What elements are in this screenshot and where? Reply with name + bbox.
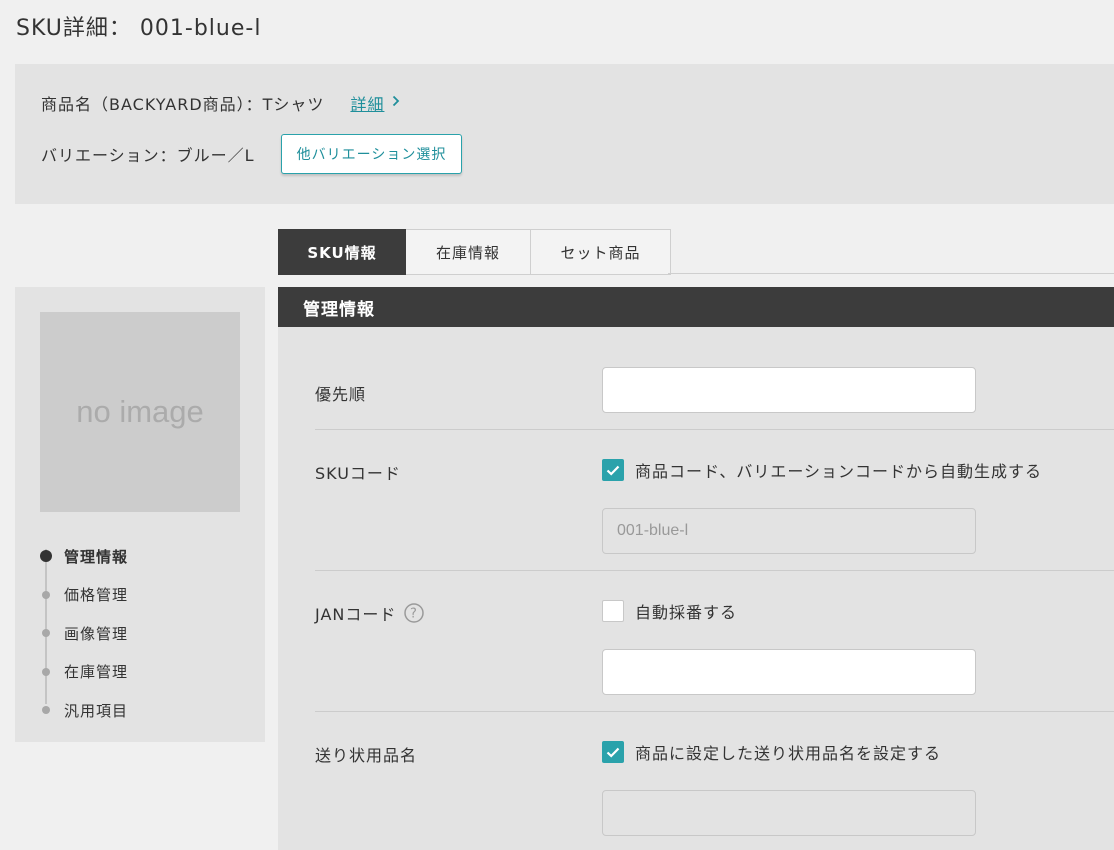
sku-code-auto-checkbox[interactable]: 商品コード、バリエーションコードから自動生成する [602, 458, 1042, 482]
nav-item-label: 価格管理 [64, 586, 129, 605]
row-divider [315, 429, 1114, 430]
jan-code-input[interactable] [602, 649, 976, 695]
nav-item-general[interactable]: 汎用項目 [40, 691, 260, 730]
nav-item-label: 画像管理 [64, 624, 129, 643]
jan-code-auto-checkbox[interactable]: 自動採番する [602, 599, 737, 623]
shipping-name-auto-checkbox[interactable]: 商品に設定した送り状用品名を設定する [602, 740, 941, 764]
shipping-name-input [602, 790, 976, 836]
no-image-label: no image [76, 394, 204, 429]
form-area: 優先順 SKUコード 商品コード、バリエーションコードから自動生成する JANコ… [278, 327, 1114, 850]
checkbox-unchecked-icon[interactable] [602, 600, 624, 622]
row-divider [315, 711, 1114, 712]
detail-link[interactable]: 詳細 [350, 91, 400, 115]
nav-dot-icon [42, 629, 50, 638]
product-name-row: 商品名（BACKYARD商品）：Tシャツ 詳細 [41, 91, 400, 115]
jan-code-auto-label: 自動採番する [635, 603, 738, 622]
nav-item-label: 汎用項目 [64, 701, 129, 720]
shipping-name-label: 送り状用品名 [315, 746, 418, 765]
chevron-right-icon [392, 95, 400, 111]
nav-item-stock[interactable]: 在庫管理 [40, 653, 260, 692]
other-variation-button[interactable]: 他バリエーション選択 [280, 134, 463, 174]
sidebar: no image 管理情報 価格管理 画像管理 在庫管理 汎用項目 [15, 287, 265, 742]
variation-row: バリエーション：ブルー／L 他バリエーション選択 [41, 134, 463, 174]
product-image-placeholder: no image [40, 312, 240, 512]
product-info-panel: 商品名（BACKYARD商品）：Tシャツ 詳細 バリエーション：ブルー／L 他バ… [15, 64, 1114, 204]
tab-bar-underline [668, 273, 1114, 274]
jan-code-label: JANコード ? [315, 601, 425, 625]
svg-text:?: ? [410, 607, 418, 622]
nav-item-management-info[interactable]: 管理情報 [40, 537, 260, 576]
sku-code-auto-label: 商品コード、バリエーションコードから自動生成する [635, 462, 1043, 481]
jan-code-label-text: JANコード [315, 605, 397, 624]
nav-dot-icon [40, 550, 52, 563]
tab-stock-info[interactable]: 在庫情報 [406, 229, 531, 275]
checkbox-checked-icon[interactable] [602, 741, 624, 763]
tab-set-product[interactable]: セット商品 [531, 229, 671, 275]
checkbox-checked-icon[interactable] [602, 459, 624, 481]
priority-input[interactable] [602, 367, 976, 413]
sku-code-label: SKUコード [315, 464, 401, 483]
section-nav: 管理情報 価格管理 画像管理 在庫管理 汎用項目 [40, 537, 260, 730]
product-name: 商品名（BACKYARD商品）：Tシャツ [41, 95, 325, 114]
tab-bar: SKU情報 在庫情報 セット商品 [278, 229, 671, 275]
help-icon[interactable]: ? [404, 603, 425, 623]
detail-link-label: 詳細 [350, 95, 385, 114]
nav-item-label: 在庫管理 [64, 663, 129, 682]
nav-item-label: 管理情報 [64, 547, 129, 566]
section-header: 管理情報 [278, 287, 1114, 327]
nav-dot-icon [42, 667, 50, 676]
priority-label: 優先順 [315, 385, 367, 404]
sku-code-input [602, 508, 976, 554]
variation-label: バリエーション：ブルー／L [41, 146, 255, 165]
page-title: SKU詳細： 001-blue-l [16, 16, 262, 41]
nav-item-price[interactable]: 価格管理 [40, 576, 260, 615]
nav-dot-icon [42, 706, 50, 715]
row-divider [315, 570, 1114, 571]
shipping-name-auto-label: 商品に設定した送り状用品名を設定する [635, 744, 942, 763]
nav-item-image[interactable]: 画像管理 [40, 614, 260, 653]
tab-sku-info[interactable]: SKU情報 [278, 229, 406, 275]
nav-dot-icon [42, 590, 50, 599]
